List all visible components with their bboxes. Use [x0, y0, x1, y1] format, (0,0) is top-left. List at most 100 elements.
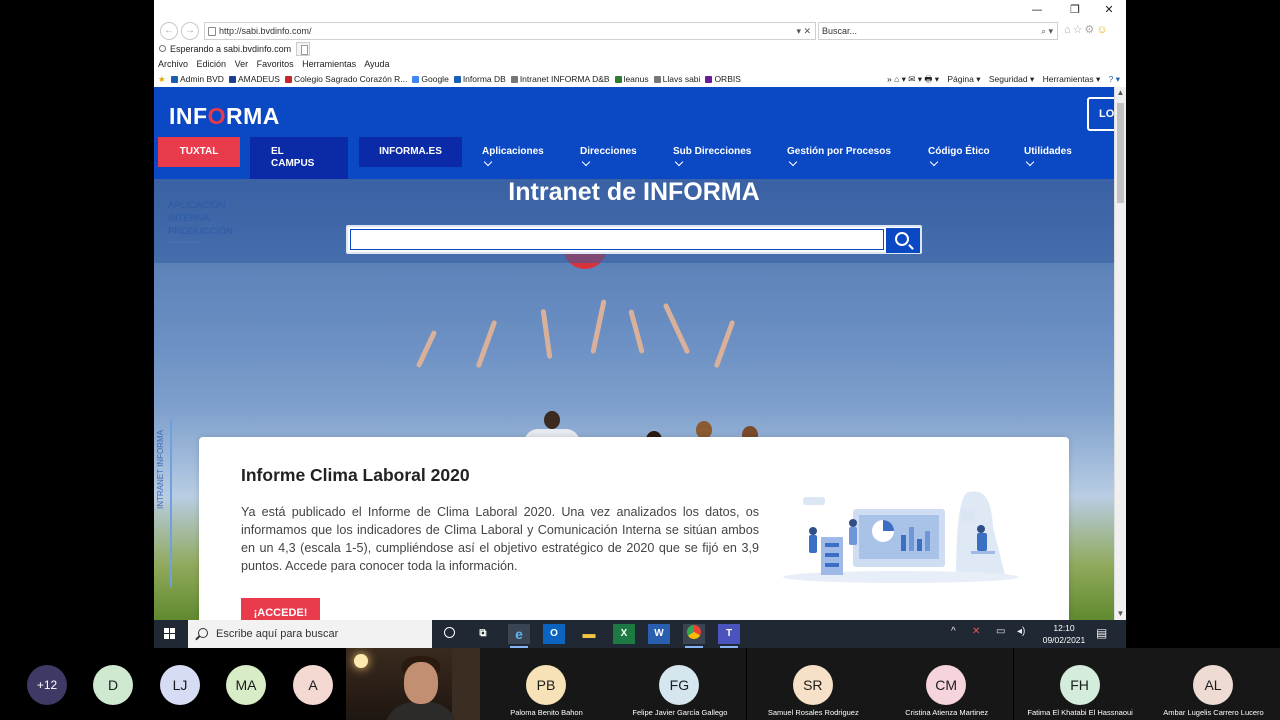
outlook-icon[interactable]: O: [543, 624, 565, 644]
menu-ver[interactable]: Ver: [235, 59, 249, 69]
teams-icon[interactable]: T: [718, 624, 740, 648]
informa-logo[interactable]: INFORMA: [169, 103, 280, 130]
restore-button[interactable]: ❐: [1060, 2, 1090, 18]
home-icon[interactable]: ⌂: [1064, 24, 1073, 36]
smiley-icon[interactable]: ☺: [1096, 24, 1109, 36]
participant-tile[interactable]: CM Cristina Atienza Martinez: [880, 648, 1014, 720]
nav-tuxtal[interactable]: TUXTAL: [158, 137, 240, 167]
address-bar[interactable]: http://sabi.bvdinfo.com/ ▾ ✕: [204, 22, 816, 40]
menu-archivo[interactable]: Archivo: [158, 59, 188, 69]
nav-sub-direcciones[interactable]: Sub Direcciones: [673, 146, 751, 167]
participant-avatar[interactable]: LJ: [160, 665, 200, 705]
favorite-label: AMADEUS: [237, 74, 280, 84]
battery-icon[interactable]: ▭: [996, 626, 1005, 637]
task-view-icon[interactable]: ⧉: [472, 624, 494, 644]
loading-spinner-icon: [159, 45, 166, 52]
start-button[interactable]: [164, 628, 176, 640]
chrome-icon[interactable]: [683, 624, 705, 648]
browser-tab[interactable]: Esperando a sabi.bvdinfo.com ✕: [156, 42, 309, 57]
gear-icon[interactable]: ⚙: [1085, 24, 1097, 36]
cortana-icon[interactable]: [438, 624, 460, 644]
menu-favoritos[interactable]: Favoritos: [257, 59, 294, 69]
minimize-button[interactable]: —: [1022, 2, 1052, 18]
tab-row: Esperando a sabi.bvdinfo.com ✕: [154, 42, 1126, 57]
favorite-link[interactable]: Intranet INFORMA D&B: [510, 74, 610, 84]
excel-icon[interactable]: X: [613, 624, 635, 644]
favorite-label: ORBIS: [714, 74, 741, 84]
help-menu[interactable]: ? ▾: [1109, 74, 1120, 84]
favorites-star-icon[interactable]: ★: [158, 74, 166, 84]
side-link-aplicacion[interactable]: APLICACIÓN: [168, 199, 233, 212]
tray-expand-icon[interactable]: ^: [951, 626, 956, 637]
menu-herramientas[interactable]: Herramientas: [302, 59, 356, 69]
command-icons[interactable]: » ⌂ ▾ ✉ ▾ 🖶 ▾: [887, 74, 939, 84]
favorite-icon: [284, 76, 292, 83]
chevron-down-icon: [1025, 157, 1035, 167]
favorite-link[interactable]: Colegio Sagrado Corazón R...: [284, 74, 408, 84]
nav-campus-line2: CAMPUS: [271, 158, 315, 169]
seguridad-menu[interactable]: Seguridad ▾: [989, 74, 1034, 84]
internet-explorer-icon[interactable]: e: [508, 624, 530, 648]
accede-button[interactable]: ¡ACCEDE!: [241, 598, 320, 620]
volume-icon[interactable]: ◂): [1017, 626, 1025, 637]
login-button[interactable]: LO: [1087, 97, 1114, 131]
participant-tile[interactable]: FG Felipe Javier García Gallego: [613, 648, 747, 720]
nav-informa-es[interactable]: INFORMA.ES: [359, 137, 462, 167]
participant-tile[interactable]: PB Paloma Benito Bahon: [480, 648, 613, 720]
page-scrollbar[interactable]: ▲ ▼: [1114, 87, 1126, 620]
side-link-produccion[interactable]: PRODUCCIÓN: [168, 225, 233, 238]
pagina-menu[interactable]: Página ▾: [947, 74, 980, 84]
herramientas-menu[interactable]: Herramientas ▾: [1043, 74, 1101, 84]
favorite-link[interactable]: Admin BVD: [171, 74, 224, 84]
nav-gestion-procesos[interactable]: Gestión por Procesos: [787, 146, 891, 167]
more-participants-badge[interactable]: +12: [27, 665, 67, 705]
notifications-icon[interactable]: ▤: [1096, 626, 1107, 640]
favorite-link[interactable]: Google: [412, 74, 449, 84]
participant-tile[interactable]: AL Ambar Lugelis Carrero Lucero: [1147, 648, 1280, 720]
favorites-star-icon[interactable]: ☆: [1073, 24, 1085, 36]
favorites-list: Admin BVD AMADEUS Colegio Sagrado Corazón …: [171, 74, 746, 84]
intranet-search-input[interactable]: [350, 229, 884, 250]
favorite-icon: [171, 76, 178, 83]
participant-avatar[interactable]: A: [293, 665, 333, 705]
participant-tile[interactable]: SR Samuel Rosales Rodriguez: [746, 648, 880, 720]
participant-name: Cristina Atienza Martinez: [905, 708, 989, 717]
nav-direcciones[interactable]: Direcciones: [580, 146, 637, 167]
nav-aplicaciones[interactable]: Aplicaciones: [482, 146, 544, 167]
participant-tile[interactable]: FH Fatima El Khatabi El Hassnaoui: [1013, 648, 1147, 720]
new-tab-button[interactable]: [296, 42, 310, 56]
taskbar-clock[interactable]: 12:10 09/02/2021: [1034, 622, 1094, 646]
close-button[interactable]: ✕: [1094, 2, 1124, 18]
favorite-label: Colegio Sagrado Corazón R...: [293, 74, 408, 84]
word-icon[interactable]: W: [648, 624, 670, 644]
favorite-link[interactable]: Informa DB: [453, 74, 506, 84]
nav-el-campus[interactable]: EL CAMPUS: [250, 137, 348, 179]
chevron-down-icon: [483, 157, 493, 167]
nav-codigo-etico[interactable]: Código Ético: [928, 146, 990, 167]
favorite-link[interactable]: AMADEUS: [228, 74, 280, 84]
forward-button[interactable]: →: [181, 22, 199, 40]
taskbar-search[interactable]: Escribe aquí para buscar: [188, 620, 432, 648]
browser-search-box[interactable]: Buscar... ⌕ ▾: [818, 22, 1058, 40]
favorite-link[interactable]: leanus: [614, 74, 649, 84]
hero-title: Intranet de INFORMA: [508, 179, 760, 206]
scroll-down-icon[interactable]: ▼: [1115, 608, 1126, 620]
side-link-interna[interactable]: INTERNA: [168, 212, 233, 225]
favorite-link[interactable]: ORBIS: [705, 74, 741, 84]
search-controls[interactable]: ⌕ ▾: [1041, 23, 1053, 39]
participant-avatar[interactable]: MA: [226, 665, 266, 705]
participant-avatar: AL: [1193, 665, 1233, 705]
favorite-link[interactable]: Llavs sabi: [653, 74, 700, 84]
participant-avatar[interactable]: D: [93, 665, 133, 705]
scroll-thumb[interactable]: [1117, 103, 1124, 203]
address-controls[interactable]: ▾ ✕: [796, 23, 811, 39]
network-icon[interactable]: ✕: [972, 626, 980, 637]
participant-avatar: FG: [659, 665, 700, 705]
nav-utilidades[interactable]: Utilidades: [1024, 146, 1072, 167]
search-button[interactable]: [886, 228, 920, 253]
menu-edicion[interactable]: Edición: [197, 59, 227, 69]
menu-ayuda[interactable]: Ayuda: [364, 59, 389, 69]
scroll-up-icon[interactable]: ▲: [1115, 87, 1126, 99]
file-explorer-icon[interactable]: ▬: [578, 624, 600, 644]
back-button[interactable]: ←: [160, 22, 178, 40]
